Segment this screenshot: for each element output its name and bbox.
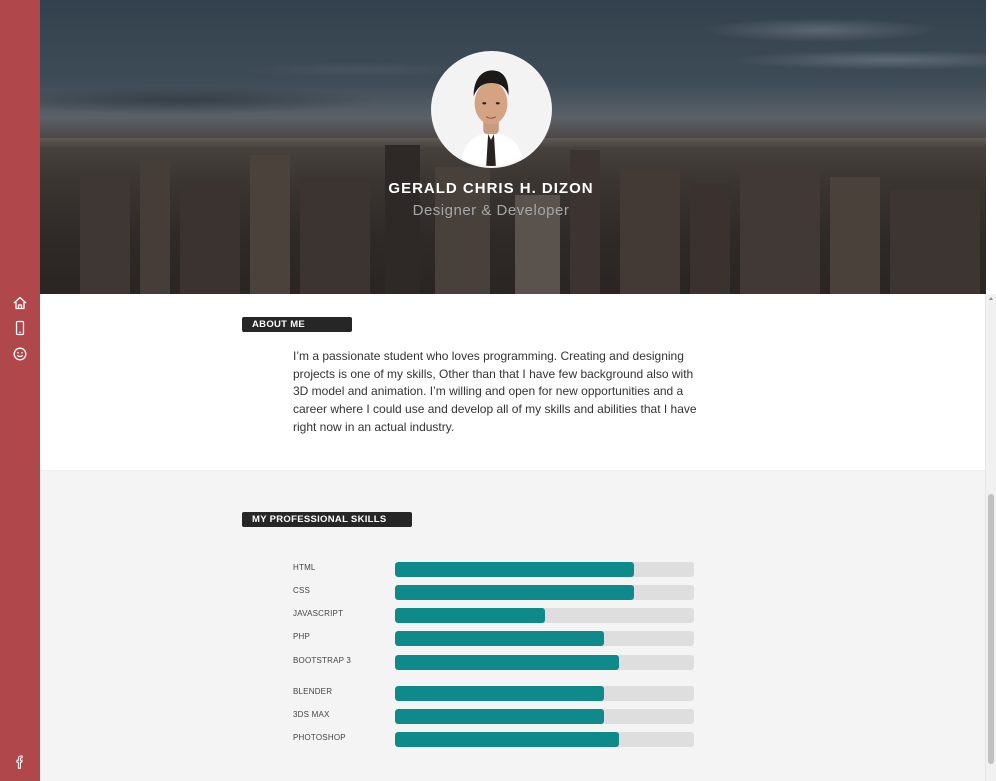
- facebook-icon[interactable]: [12, 754, 28, 770]
- skill-label: JAVASCRIPT: [293, 609, 344, 618]
- about-heading: ABOUT ME: [242, 317, 352, 332]
- skill-bar-fill: [395, 562, 635, 577]
- about-section: ABOUT ME I’m a passionate student who lo…: [40, 294, 986, 470]
- profile-name: GERALD CHRIS H. DIZON: [388, 180, 594, 197]
- skill-label: PHP: [293, 632, 311, 641]
- skill-bar-fill: [395, 686, 605, 701]
- scroll-thumb[interactable]: [988, 494, 994, 764]
- skill-bar-fill: [395, 608, 545, 623]
- skill-bar: [395, 709, 694, 724]
- skill-bar: [395, 631, 694, 646]
- skill-bar: [395, 732, 694, 747]
- skills-heading: MY PROFESSIONAL SKILLS: [242, 512, 412, 527]
- skill-label: 3DS MAX: [293, 710, 330, 719]
- skill-bar-fill: [395, 732, 620, 747]
- skill-label: CSS: [293, 586, 311, 595]
- profile-role: Designer & Developer: [412, 202, 570, 219]
- skill-label: BLENDER: [293, 687, 333, 696]
- skill-label: BOOTSTRAP 3: [293, 656, 352, 665]
- scrollbar[interactable]: [985, 294, 996, 781]
- skill-bar-fill: [395, 709, 605, 724]
- skill-bar-fill: [395, 631, 605, 646]
- skills-section: MY PROFESSIONAL SKILLS HTML CSS JAVASCRIPT…: [40, 470, 986, 781]
- skill-label: HTML: [293, 563, 316, 572]
- skill-bar: [395, 686, 694, 701]
- home-icon[interactable]: [12, 295, 28, 311]
- profile-avatar: [431, 51, 552, 168]
- skill-label: PHOTOSHOP: [293, 733, 346, 742]
- phone-icon[interactable]: [12, 320, 28, 336]
- smiley-icon[interactable]: [12, 346, 28, 362]
- hero-banner: GERALD CHRIS H. DIZON Designer & Develop…: [40, 0, 986, 294]
- hero-cityscape: [40, 145, 986, 294]
- skill-bar: [395, 585, 694, 600]
- skill-bar: [395, 655, 694, 670]
- sidebar-nav: [0, 0, 40, 781]
- skill-bar-fill: [395, 585, 635, 600]
- skill-bar: [395, 608, 694, 623]
- skill-bar: [395, 562, 694, 577]
- about-text: I’m a passionate student who loves progr…: [293, 349, 697, 434]
- skill-bar-fill: [395, 655, 620, 670]
- scroll-up-arrow-icon[interactable]: [989, 297, 993, 300]
